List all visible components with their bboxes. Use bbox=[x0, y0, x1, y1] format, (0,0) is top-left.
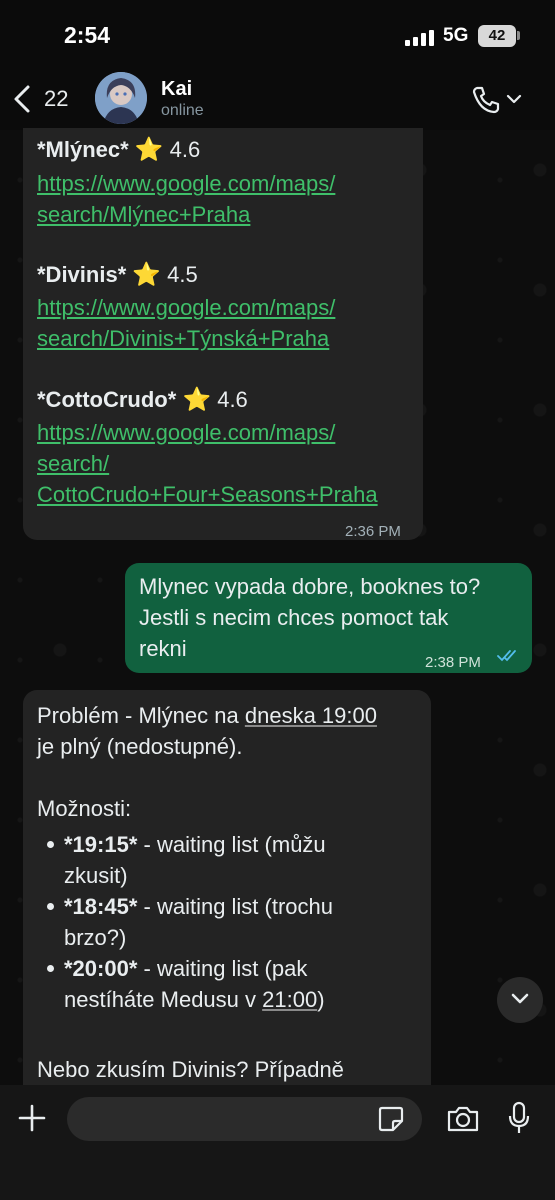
option-text: zkusit) bbox=[64, 863, 128, 888]
unread-count[interactable]: 22 bbox=[44, 86, 68, 112]
restaurant-name: *Mlýnec* bbox=[37, 137, 129, 162]
scroll-to-bottom-button[interactable] bbox=[497, 977, 543, 1023]
option-text: nestíháte Medusu v bbox=[64, 987, 263, 1012]
restaurant-rating: 4.5 bbox=[167, 262, 198, 287]
star-icon: ⭐ bbox=[182, 386, 212, 412]
maps-link[interactable]: https://www.google.com/maps/ bbox=[37, 168, 335, 199]
maps-link[interactable]: CottoCrudo+Four+Seasons+Praha bbox=[37, 479, 378, 510]
outgoing-message[interactable]: Mlynec vypada dobre, booknes to? Jestli … bbox=[125, 563, 532, 673]
restaurant-name: *Divinis* bbox=[37, 262, 127, 287]
option-line: nestíháte Medusu v 21:00) bbox=[64, 984, 325, 1015]
message-text: rekni bbox=[139, 636, 187, 661]
phone-icon[interactable] bbox=[470, 84, 502, 116]
contact-status: online bbox=[161, 102, 204, 119]
battery-tip bbox=[517, 31, 520, 40]
contact-name[interactable]: Kai bbox=[161, 78, 192, 101]
incoming-message[interactable]: Problém - Mlýnec na dneska 19:00 je plný… bbox=[23, 690, 431, 1090]
option-text: - waiting list (trochu bbox=[137, 894, 334, 919]
sticker-icon[interactable] bbox=[378, 1106, 404, 1132]
plus-icon[interactable] bbox=[17, 1103, 47, 1133]
restaurant-entry: *CottoCrudo* ⭐ 4.6 bbox=[37, 384, 248, 415]
chevron-down-icon bbox=[511, 993, 529, 1004]
date-link[interactable]: dneska 19:00 bbox=[245, 703, 377, 728]
avatar[interactable] bbox=[95, 72, 147, 124]
option-text: ) bbox=[317, 987, 325, 1012]
message-text: Nebo zkusím Divinis? Případně bbox=[37, 1057, 344, 1082]
message-time: 2:38 PM bbox=[425, 654, 481, 671]
message-input[interactable] bbox=[67, 1097, 422, 1141]
option-time: *19:15* bbox=[64, 832, 138, 857]
status-bar: 2:54 5G 42 bbox=[0, 0, 555, 70]
option-text: - waiting list (pak bbox=[137, 956, 308, 981]
microphone-icon[interactable] bbox=[508, 1101, 530, 1135]
status-time: 2:54 bbox=[64, 22, 111, 48]
maps-link[interactable]: https://www.google.com/maps/ bbox=[37, 292, 335, 323]
read-ticks-icon bbox=[497, 650, 516, 662]
options-label: Možnosti: bbox=[37, 796, 132, 821]
restaurant-rating: 4.6 bbox=[217, 387, 248, 412]
back-chevron-icon[interactable] bbox=[12, 84, 34, 114]
option-text: - waiting list (můžu bbox=[137, 832, 326, 857]
star-icon: ⭐ bbox=[132, 261, 162, 287]
restaurant-rating: 4.6 bbox=[169, 137, 201, 162]
restaurant-entry: *Divinis* ⭐ 4.5 bbox=[37, 259, 198, 290]
option-text: brzo?) bbox=[64, 925, 127, 950]
message-text: Jestli s necim chces pomoct tak bbox=[139, 605, 449, 630]
network-type: 5G bbox=[443, 25, 469, 46]
bullet bbox=[47, 965, 54, 972]
message-text: Problém - Mlýnec na dneska 19:00 bbox=[37, 700, 377, 731]
message-text: je plný (nedostupné). bbox=[37, 734, 243, 759]
option-line: *20:00* - waiting list (pak bbox=[64, 953, 307, 984]
restaurant-name: *CottoCrudo* bbox=[37, 387, 177, 412]
star-icon: ⭐ bbox=[134, 136, 164, 162]
maps-link[interactable]: https://www.google.com/maps/ bbox=[37, 417, 335, 448]
text-segment: Problém - Mlýnec na bbox=[37, 703, 245, 728]
avatar-image bbox=[95, 72, 147, 124]
message-time: 2:36 PM bbox=[345, 523, 401, 540]
time-link[interactable]: 21:00 bbox=[262, 987, 317, 1012]
option-time: *18:45* bbox=[64, 894, 138, 919]
composer-bar bbox=[0, 1085, 555, 1200]
maps-link[interactable]: search/Divinis+Týnská+Praha bbox=[37, 323, 329, 354]
chat-header: 22 Kai online bbox=[0, 70, 555, 130]
option-time: *20:00* bbox=[64, 956, 138, 981]
option-line: *18:45* - waiting list (trochu bbox=[64, 891, 333, 922]
option-line: *19:15* - waiting list (můžu bbox=[64, 829, 326, 860]
maps-link[interactable]: search/Mlýnec+Praha bbox=[37, 199, 250, 230]
bullet bbox=[47, 903, 54, 910]
restaurant-entry: *Mlýnec* ⭐ 4.6 bbox=[37, 134, 200, 165]
camera-icon[interactable] bbox=[446, 1105, 480, 1133]
battery-icon: 42 bbox=[478, 25, 516, 47]
chevron-down-icon[interactable] bbox=[506, 92, 522, 106]
message-text: Mlynec vypada dobre, booknes to? bbox=[139, 574, 481, 599]
bullet bbox=[47, 841, 54, 848]
signal-icon bbox=[405, 30, 434, 46]
maps-link[interactable]: search/ bbox=[37, 448, 109, 479]
incoming-message[interactable]: *Mlýnec* ⭐ 4.6 https://www.google.com/ma… bbox=[23, 128, 423, 540]
